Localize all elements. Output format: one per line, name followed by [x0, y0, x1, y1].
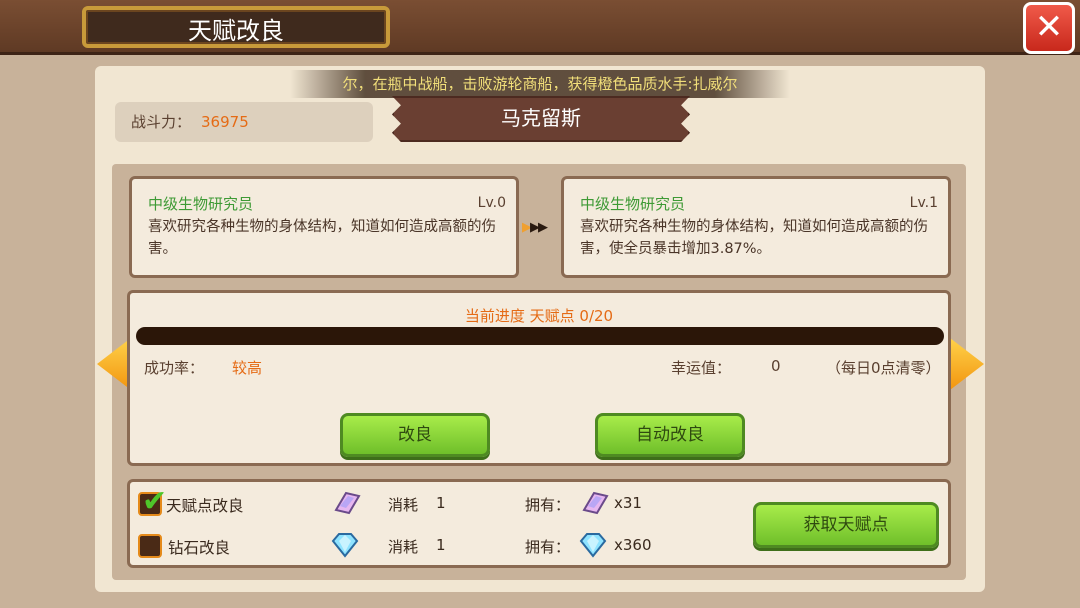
combat-power-label: 战斗力：: [131, 113, 192, 131]
progress-card: 当前进度 天赋点 0/20 成功率： 较高 幸运值： 0 （每日0点清零） 改良…: [127, 290, 951, 466]
diamond-checkbox[interactable]: [138, 534, 162, 558]
current-talent-level: Lv.0: [477, 195, 506, 211]
consume-label: 消耗: [388, 538, 419, 556]
character-name-plate: 马克留斯: [392, 96, 690, 142]
progress-bar: [136, 327, 944, 345]
next-talent-card: 中级生物研究员 Lv.1 喜欢研究各种生物的身体结构，知道如何造成高额的伤害，使…: [561, 176, 951, 278]
luck-label: 幸运值：: [671, 359, 732, 377]
pink-crystal-icon: [582, 491, 609, 515]
talent-point-option-label: 天赋点改良: [166, 497, 244, 515]
next-talent-desc: 喜欢研究各种生物的身体结构，知道如何造成高额的伤害，使全员暴击增加3.87%。: [580, 219, 928, 257]
improve-options-card: ✔ 天赋点改良 消耗 1 拥有： x31 钻石改良 消耗 1 拥有： x360 …: [127, 479, 951, 568]
upgrade-arrows-icon: ▶▶▶: [522, 220, 548, 235]
success-rate-label: 成功率：: [144, 359, 205, 377]
progress-label: 当前进度 天赋点 0/20: [464, 307, 614, 325]
page-title: 天赋改良: [82, 6, 390, 48]
scrolling-banner: 尔，在瓶中战船，击败游轮商船，获得橙色品质水手:扎威尔: [290, 70, 790, 98]
consume-value: 1: [436, 536, 446, 554]
daily-reset-note: （每日0点清零）: [826, 359, 941, 377]
pink-crystal-icon: [334, 491, 361, 515]
checkmark-icon: ✔: [142, 484, 168, 519]
own-value: x31: [614, 494, 642, 512]
current-talent-card: 中级生物研究员 Lv.0 喜欢研究各种生物的身体结构，知道如何造成高额的伤害。: [129, 176, 519, 278]
luck-value: 0: [771, 357, 781, 375]
blue-diamond-icon: [579, 533, 607, 558]
next-talent-level: Lv.1: [909, 195, 938, 211]
consume-label: 消耗: [388, 496, 419, 514]
close-button[interactable]: ✕: [1023, 2, 1075, 54]
combat-power-box: 战斗力： 36975: [115, 102, 373, 142]
auto-improve-button[interactable]: 自动改良: [595, 413, 745, 457]
consume-value: 1: [436, 494, 446, 512]
next-talent-name: 中级生物研究员: [580, 195, 686, 213]
get-talent-points-button[interactable]: 获取天赋点: [753, 502, 939, 548]
blue-diamond-icon: [331, 533, 359, 558]
close-icon: ✕: [1034, 7, 1064, 47]
talent-point-checkbox[interactable]: ✔: [138, 484, 167, 519]
diamond-option-label: 钻石改良: [168, 539, 231, 557]
own-value: x360: [614, 536, 652, 554]
current-talent-desc: 喜欢研究各种生物的身体结构，知道如何造成高额的伤害。: [148, 219, 496, 257]
improve-button[interactable]: 改良: [340, 413, 490, 457]
current-talent-name: 中级生物研究员: [148, 195, 254, 213]
combat-power-value: 36975: [201, 113, 249, 131]
success-rate-value: 较高: [232, 359, 263, 377]
own-label: 拥有：: [525, 538, 571, 556]
own-label: 拥有：: [525, 496, 571, 514]
